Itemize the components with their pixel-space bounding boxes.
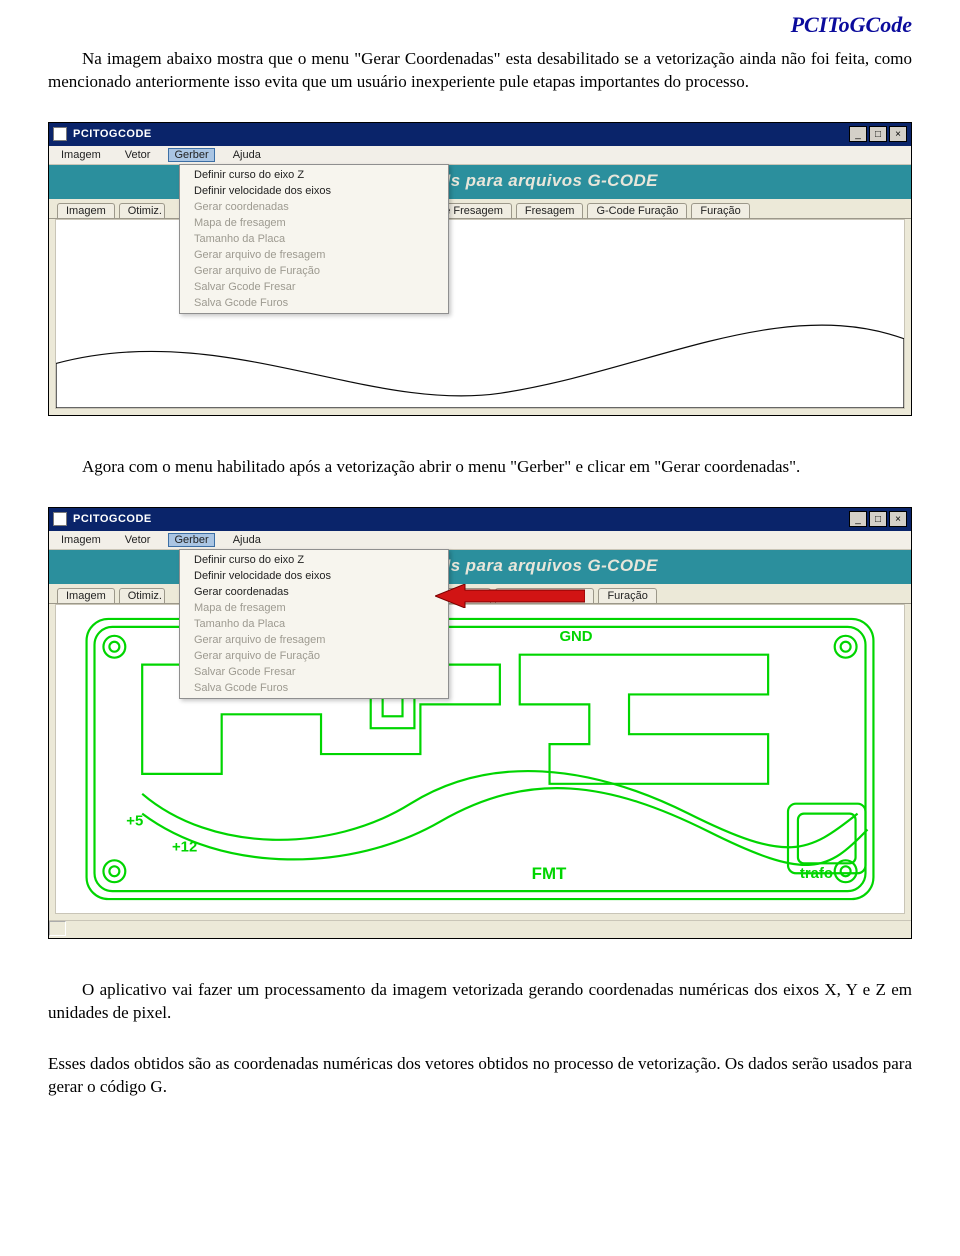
tab-imagem[interactable]: Imagem bbox=[57, 203, 115, 218]
dd-gerar-arq-furacao-disabled: Gerar arquivo de Furação bbox=[180, 648, 448, 664]
app-icon bbox=[53, 512, 67, 526]
document-title: PCIToGCode bbox=[48, 0, 912, 48]
paragraph-4-text: Esses dados obtidos são as coordenadas n… bbox=[48, 1054, 912, 1096]
maximize-button[interactable]: □ bbox=[869, 126, 887, 142]
dd-mapa-fresagem-disabled: Mapa de fresagem bbox=[180, 215, 448, 231]
paragraph-2-text: Agora com o menu habilitado após a vetor… bbox=[82, 457, 800, 476]
dd-gerar-coordenadas[interactable]: Gerar coordenadas bbox=[180, 584, 448, 600]
gerber-dropdown: Definir curso do eixo Z Definir velocida… bbox=[179, 164, 449, 314]
pcb-label-fmt: FMT bbox=[532, 864, 567, 883]
dd-salva-gcode-furos-disabled: Salva Gcode Furos bbox=[180, 680, 448, 696]
menu-ajuda[interactable]: Ajuda bbox=[227, 148, 267, 162]
dd-salvar-gcode-fresar-disabled: Salvar Gcode Fresar bbox=[180, 664, 448, 680]
paragraph-2: Agora com o menu habilitado após a vetor… bbox=[48, 456, 912, 479]
paragraph-3: O aplicativo vai fazer um processamento … bbox=[48, 979, 912, 1025]
paragraph-4: Esses dados obtidos são as coordenadas n… bbox=[48, 1053, 912, 1099]
maximize-button[interactable]: □ bbox=[869, 511, 887, 527]
menu-gerber[interactable]: Gerber bbox=[168, 148, 214, 162]
dd-definir-curso-z[interactable]: Definir curso do eixo Z bbox=[180, 552, 448, 568]
screenshot-window-2: PCITOGCODE _ □ × Imagem Vetor Gerber Aju… bbox=[48, 507, 912, 939]
menu-vetor[interactable]: Vetor bbox=[119, 533, 157, 547]
status-bar bbox=[49, 920, 911, 938]
close-button[interactable]: × bbox=[889, 126, 907, 142]
screenshot-window-1: PCITOGCODE _ □ × Imagem Vetor Gerber Aju… bbox=[48, 122, 912, 416]
red-pointer-arrow-icon bbox=[435, 584, 585, 608]
dd-mapa-fresagem-disabled: Mapa de fresagem bbox=[180, 600, 448, 616]
titlebar[interactable]: PCITOGCODE _ □ × bbox=[49, 508, 911, 531]
gerber-dropdown-enabled: Definir curso do eixo Z Definir velocida… bbox=[179, 549, 449, 699]
pcb-label-gnd: GND bbox=[559, 629, 592, 645]
tab-imagem[interactable]: Imagem bbox=[57, 588, 115, 603]
dd-gerar-coordenadas-disabled: Gerar coordenadas bbox=[180, 199, 448, 215]
dd-gerar-arq-fresagem-disabled: Gerar arquivo de fresagem bbox=[180, 247, 448, 263]
paragraph-3-text: O aplicativo vai fazer um processamento … bbox=[48, 980, 912, 1022]
paragraph-1: Na imagem abaixo mostra que o menu "Gera… bbox=[48, 48, 912, 94]
status-cell bbox=[49, 921, 66, 936]
dd-salva-gcode-furos-disabled: Salva Gcode Furos bbox=[180, 295, 448, 311]
dd-gerar-arq-furacao-disabled: Gerar arquivo de Furação bbox=[180, 263, 448, 279]
dd-tamanho-placa-disabled: Tamanho da Placa bbox=[180, 231, 448, 247]
pcb-label-trafo: trafo bbox=[800, 866, 833, 882]
menu-gerber[interactable]: Gerber bbox=[168, 533, 214, 547]
menu-imagem[interactable]: Imagem bbox=[55, 533, 107, 547]
window-title: PCITOGCODE bbox=[73, 513, 847, 525]
close-button[interactable]: × bbox=[889, 511, 907, 527]
tab-furacao[interactable]: Furação bbox=[598, 588, 656, 603]
tab-otimizacao[interactable]: Otimiz. bbox=[119, 203, 165, 218]
titlebar[interactable]: PCITOGCODE _ □ × bbox=[49, 123, 911, 146]
tab-gcode-furacao[interactable]: G-Code Furação bbox=[587, 203, 687, 218]
dd-definir-curso-z[interactable]: Definir curso do eixo Z bbox=[180, 167, 448, 183]
window-title: PCITOGCODE bbox=[73, 128, 847, 140]
pcb-label-plus12: +12 bbox=[172, 839, 197, 855]
dd-gerar-arq-fresagem-disabled: Gerar arquivo de fresagem bbox=[180, 632, 448, 648]
menu-vetor[interactable]: Vetor bbox=[119, 148, 157, 162]
menu-imagem[interactable]: Imagem bbox=[55, 148, 107, 162]
dd-salvar-gcode-fresar-disabled: Salvar Gcode Fresar bbox=[180, 279, 448, 295]
menubar: Imagem Vetor Gerber Ajuda Definir curso … bbox=[49, 531, 911, 550]
minimize-button[interactable]: _ bbox=[849, 126, 867, 142]
tab-furacao[interactable]: Furação bbox=[691, 203, 749, 218]
dd-definir-velocidade[interactable]: Definir velocidade dos eixos bbox=[180, 568, 448, 584]
minimize-button[interactable]: _ bbox=[849, 511, 867, 527]
menu-ajuda[interactable]: Ajuda bbox=[227, 533, 267, 547]
app-icon bbox=[53, 127, 67, 141]
dd-tamanho-placa-disabled: Tamanho da Placa bbox=[180, 616, 448, 632]
tab-fresagem[interactable]: Fresagem bbox=[516, 203, 584, 218]
pcb-label-plus5: +5 bbox=[126, 813, 143, 829]
dd-definir-velocidade[interactable]: Definir velocidade dos eixos bbox=[180, 183, 448, 199]
tab-otimizacao[interactable]: Otimiz. bbox=[119, 588, 165, 603]
menubar: Imagem Vetor Gerber Ajuda Definir curso … bbox=[49, 146, 911, 165]
paragraph-1-text: Na imagem abaixo mostra que o menu "Gera… bbox=[48, 49, 912, 91]
